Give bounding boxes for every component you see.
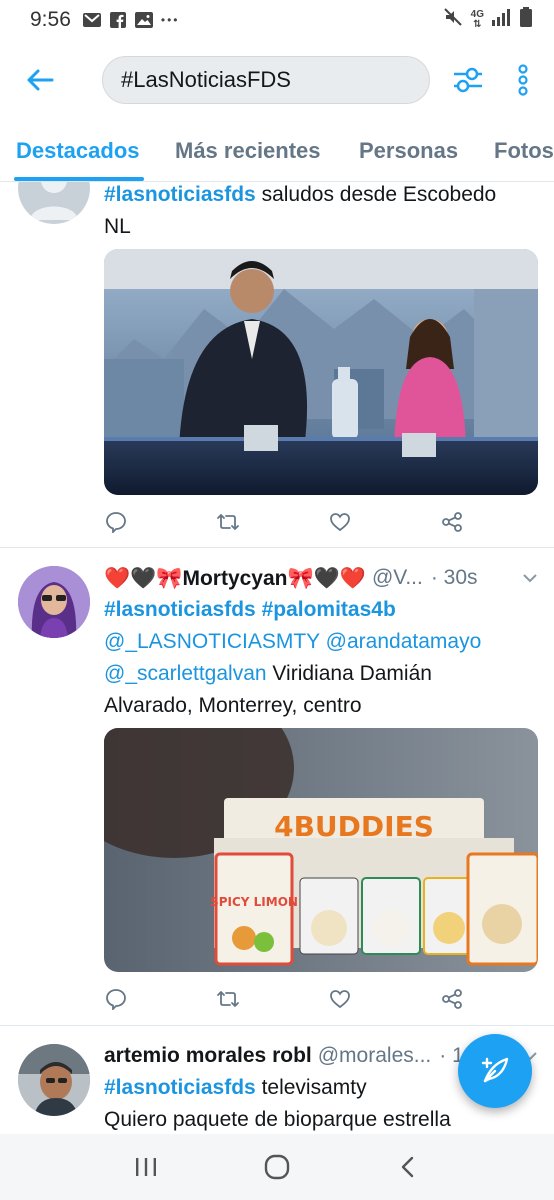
avatar[interactable] [18, 182, 90, 224]
gmail-icon [82, 12, 101, 28]
search-query-text: #LasNoticiasFDS [121, 67, 291, 92]
tab-destacados[interactable]: Destacados [16, 138, 140, 164]
battery-icon [520, 7, 532, 33]
display-name[interactable]: artemio morales robl [104, 1040, 312, 1072]
news-set-image [104, 249, 538, 495]
system-navigation-bar [0, 1134, 554, 1200]
share-icon [442, 512, 462, 532]
gallery-icon [134, 12, 153, 28]
mention-link[interactable]: @arandatamayo [326, 630, 482, 653]
search-header: #LasNoticiasFDS [0, 40, 554, 120]
heart-icon [330, 513, 350, 532]
display-name[interactable]: ❤️🖤🎀Mortycyan🎀🖤❤️ [104, 562, 366, 595]
user-photo-avatar [18, 566, 90, 638]
share-button[interactable] [440, 510, 464, 534]
retweet-icon [217, 991, 239, 1007]
share-button[interactable] [440, 987, 464, 1011]
mention-link[interactable]: @_scarlettgalvan [104, 662, 267, 685]
popcorn-product-image: 4BUDDIES SPICY LIMON [104, 728, 538, 972]
status-bar: 9:56 ••• 4G ⇅ [0, 0, 554, 40]
system-back-button[interactable] [388, 1147, 428, 1187]
hashtag-link[interactable]: #palomitas4b [262, 598, 396, 621]
mention-link[interactable]: @_LASNOTICIASMTY [104, 630, 320, 653]
tab-personas[interactable]: Personas [359, 138, 458, 164]
tweet-item[interactable]: #lasnoticiasfds saludos desde Escobedo N… [0, 182, 554, 548]
compose-tweet-button[interactable] [458, 1034, 532, 1108]
compose-feather-icon [481, 1057, 509, 1083]
user-handle[interactable]: @morales... [318, 1040, 432, 1072]
hashtag-link[interactable]: #lasnoticiasfds [104, 183, 256, 206]
user-handle[interactable]: @V... [372, 562, 423, 594]
tweet-actions [104, 507, 464, 537]
arrow-left-icon [27, 69, 54, 91]
product-label-text: SPICY LIMON [210, 895, 298, 909]
default-avatar-icon [30, 182, 78, 220]
heart-icon [330, 990, 350, 1009]
more-notifications-icon: ••• [160, 13, 180, 27]
home-button[interactable] [257, 1147, 297, 1187]
search-filter-button[interactable] [448, 60, 488, 100]
avatar[interactable] [18, 1044, 90, 1116]
like-button[interactable] [328, 987, 352, 1011]
back-button[interactable] [22, 62, 58, 98]
tweet-timestamp: · 30s [430, 566, 478, 589]
more-vertical-icon [518, 64, 528, 96]
tweet-header: ❤️🖤🎀Mortycyan🎀🖤❤️ @V... · 30s [104, 562, 540, 594]
tweet-media-image[interactable] [104, 249, 538, 495]
search-input[interactable]: #LasNoticiasFDS [102, 56, 430, 104]
retweet-icon [217, 514, 239, 530]
sliders-icon [454, 67, 482, 93]
mute-icon [443, 7, 463, 33]
tweet-text: #lasnoticiasfds saludos desde Escobedo N… [104, 183, 497, 238]
reply-icon [106, 512, 126, 533]
tab-fotos[interactable]: Fotos [494, 138, 554, 164]
reply-icon [106, 989, 126, 1010]
recent-apps-icon [135, 1158, 156, 1176]
home-circle-icon [264, 1154, 290, 1180]
facebook-icon [109, 12, 127, 28]
tweet-text: #lasnoticiasfds #palomitas4b @_LASNOTICI… [104, 598, 482, 717]
hashtag-link[interactable]: #lasnoticiasfds [104, 1076, 256, 1099]
retweet-button[interactable] [216, 510, 240, 534]
overflow-menu-button[interactable] [508, 60, 538, 100]
tab-mas-recientes[interactable]: Más recientes [175, 138, 321, 164]
reply-button[interactable] [104, 987, 128, 1011]
tweet-item[interactable]: ❤️🖤🎀Mortycyan🎀🖤❤️ @V... · 30s #lasnotici… [0, 548, 554, 1026]
tweet-media-image[interactable]: 4BUDDIES SPICY LIMON [104, 728, 538, 972]
retweet-button[interactable] [216, 987, 240, 1011]
like-button[interactable] [328, 510, 352, 534]
clock: 9:56 [30, 8, 71, 31]
tweet-actions [104, 984, 464, 1014]
tweet-feed[interactable]: #lasnoticiasfds saludos desde Escobedo N… [0, 182, 554, 1134]
recent-apps-button[interactable] [126, 1147, 166, 1187]
share-icon [442, 989, 462, 1009]
hashtag-link[interactable]: #lasnoticiasfds [104, 598, 256, 621]
active-tab-indicator [14, 177, 144, 181]
user-photo-avatar [18, 1044, 90, 1116]
reply-button[interactable] [104, 510, 128, 534]
signal-icon [492, 8, 512, 32]
chevron-left-icon [402, 1156, 414, 1178]
search-tabs: Destacados Más recientes Personas Fotos [0, 120, 554, 182]
network-4g-icon: 4G ⇅ [470, 9, 484, 30]
chevron-down-icon[interactable] [522, 570, 538, 586]
avatar[interactable] [18, 566, 90, 638]
